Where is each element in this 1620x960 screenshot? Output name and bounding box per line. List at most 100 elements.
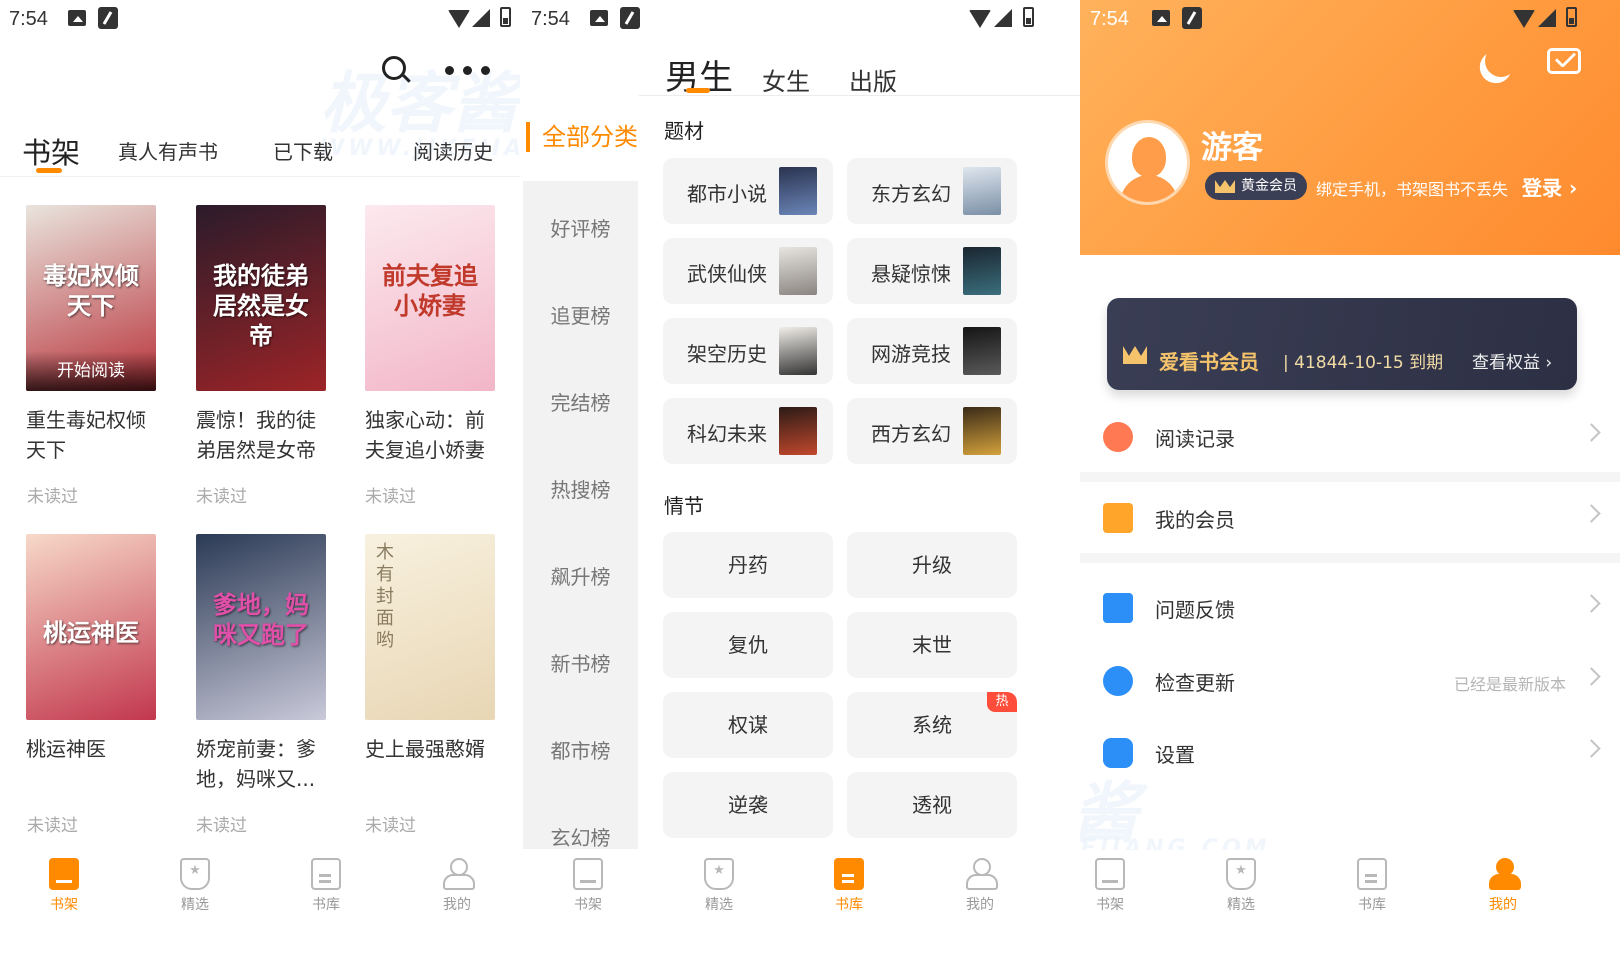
login-link[interactable]: 登录 › [1522,172,1577,201]
genre-thumbnail [963,167,1001,215]
book-card[interactable]: 毒妃权倾天下 开始阅读 重生毒妃权倾天下 [26,205,161,465]
question-icon [1103,593,1133,623]
rank-item[interactable]: 新书榜 [523,648,638,677]
profile-icon [442,858,475,890]
nav-library[interactable]: 书库 [286,850,366,914]
nav-profile[interactable]: 我的 [417,850,497,914]
nav-profile[interactable]: 我的 [940,850,1020,914]
genre-card[interactable]: 西方玄幻 [847,398,1017,464]
book-cover[interactable]: 桃运神医 [26,534,156,720]
menu-reading-record[interactable]: 阅读记录 [1080,406,1620,466]
book-title: 独家心动：前夫复追小娇妻 [365,408,485,462]
genre-card[interactable]: 悬疑惊悚 [847,238,1017,304]
tab-bookshelf[interactable]: 书架 [22,130,80,172]
genre-label: 东方玄幻 [871,182,951,206]
search-icon[interactable] [382,56,411,84]
tab-publishing[interactable]: 出版 [849,62,897,97]
profile-icon [1488,858,1521,890]
vip-expiry: | 41844-10-15 到期 [1283,353,1444,373]
nav-library[interactable]: 书库 [809,850,889,914]
plot-tag[interactable]: 透视 [847,772,1017,838]
nav-bookshelf[interactable]: 书架 [24,850,104,914]
genre-label: 武侠仙侠 [687,262,767,286]
plot-tag[interactable]: 权谋 [663,692,833,758]
plot-tag[interactable]: 逆袭 [663,772,833,838]
book-card[interactable]: 前夫复追小娇妻 独家心动：前夫复追小娇妻 [365,205,500,465]
nav-bookshelf[interactable]: 书架 [1080,850,1150,914]
rank-item[interactable]: 完结榜 [523,387,638,416]
plot-tag[interactable]: 升级 [847,532,1017,598]
diamond-icon [1103,503,1133,533]
nav-library[interactable]: 书库 [1332,850,1412,914]
book-card[interactable]: 爹地，妈咪又跑了 娇宠前妻：爹地，妈咪又... [196,534,331,794]
crown-icon [1123,346,1147,364]
vip-card[interactable]: 爱看书会员 | 41844-10-15 到期 查看权益 › [1107,298,1577,390]
genre-thumbnail [963,247,1001,295]
rank-item[interactable]: 飙升榜 [523,561,638,590]
all-categories-link[interactable]: 全部分类 [526,122,638,152]
book-cover[interactable]: 爹地，妈咪又跑了 [196,534,326,720]
library-screen: 7:54 全部分类 好评榜 追更榜 完结榜 热搜榜 飙升榜 新书榜 都市榜 玄幻… [520,0,1080,960]
edit-notification-icon [1182,7,1202,29]
tab-audiobooks[interactable]: 真人有声书 [118,136,218,165]
plot-label: 系统 [912,713,952,737]
menu-label: 设置 [1155,743,1195,767]
avatar[interactable] [1105,120,1190,205]
bottom-nav: 书架 精选 书库 我的 [0,850,520,960]
book-cover[interactable]: 我的徒弟居然是女帝 [196,205,326,391]
book-cover[interactable]: 毒妃权倾天下 开始阅读 [26,205,156,391]
gallery-notification-icon [590,10,608,26]
genre-card[interactable]: 武侠仙侠 [663,238,833,304]
genre-card[interactable]: 都市小说 [663,158,833,224]
plot-tag[interactable]: 复仇 [663,612,833,678]
genre-card[interactable]: 东方玄幻 [847,158,1017,224]
menu-my-membership[interactable]: 我的会员 [1080,487,1620,547]
genre-card[interactable]: 网游竞技 [847,318,1017,384]
cover-art-text: 木有封面哟 [376,542,394,651]
battery-icon [1023,7,1034,27]
nav-featured[interactable]: 精选 [1201,850,1281,914]
book-cover[interactable]: 前夫复追小娇妻 [365,205,495,391]
book-card[interactable]: 木有封面哟 史上最强憨婿 [365,534,500,764]
rank-item[interactable]: 热搜榜 [523,474,638,503]
start-reading-button[interactable]: 开始阅读 [26,351,156,391]
book-cover[interactable]: 木有封面哟 [365,534,495,720]
tab-downloaded[interactable]: 已下载 [273,136,333,165]
menu-label: 检查更新 [1155,671,1235,695]
member-badge-label: 黄金会员 [1241,178,1297,194]
tab-female[interactable]: 女生 [762,62,810,97]
menu-settings[interactable]: 设置 [1080,722,1620,782]
message-icon[interactable] [1547,48,1581,74]
view-benefits-link[interactable]: 查看权益 › [1472,348,1552,373]
plot-tag[interactable]: 丹药 [663,532,833,598]
more-icon[interactable] [445,66,495,76]
rank-item[interactable]: 玄幻榜 [523,822,638,851]
tab-reading-history[interactable]: 阅读历史 [413,136,493,165]
genre-label: 架空历史 [687,342,767,366]
night-mode-icon[interactable] [1480,40,1521,81]
plot-tag[interactable]: 末世 [847,612,1017,678]
book-card[interactable]: 桃运神医 桃运神医 [26,534,161,764]
plot-tag[interactable]: 系统 热 [847,692,1017,758]
book-card[interactable]: 我的徒弟居然是女帝 震惊！我的徒弟居然是女帝 [196,205,331,465]
book-title: 史上最强憨婿 [365,737,485,761]
genre-card[interactable]: 科幻未来 [663,398,833,464]
rank-item[interactable]: 都市榜 [523,735,638,764]
rank-item[interactable]: 追更榜 [523,300,638,329]
featured-icon [704,858,734,890]
nav-profile[interactable]: 我的 [1463,850,1543,914]
crown-icon [1215,180,1235,193]
nav-featured[interactable]: 精选 [155,850,235,914]
section-genre-title: 题材 [664,119,704,143]
nav-bookshelf[interactable]: 书架 [548,850,628,914]
read-status: 未读过 [365,487,416,507]
bottom-nav: 书架 精选 书库 我的 [520,850,1080,960]
divider [1080,553,1620,563]
rank-item[interactable]: 好评榜 [523,213,638,242]
book-title: 桃运神医 [26,737,106,761]
menu-check-update[interactable]: 检查更新 已经是最新版本 [1080,650,1620,710]
menu-feedback[interactable]: 问题反馈 [1080,577,1620,637]
nav-featured[interactable]: 精选 [679,850,759,914]
genre-card[interactable]: 架空历史 [663,318,833,384]
status-bar: 7:54 [1080,0,1620,38]
